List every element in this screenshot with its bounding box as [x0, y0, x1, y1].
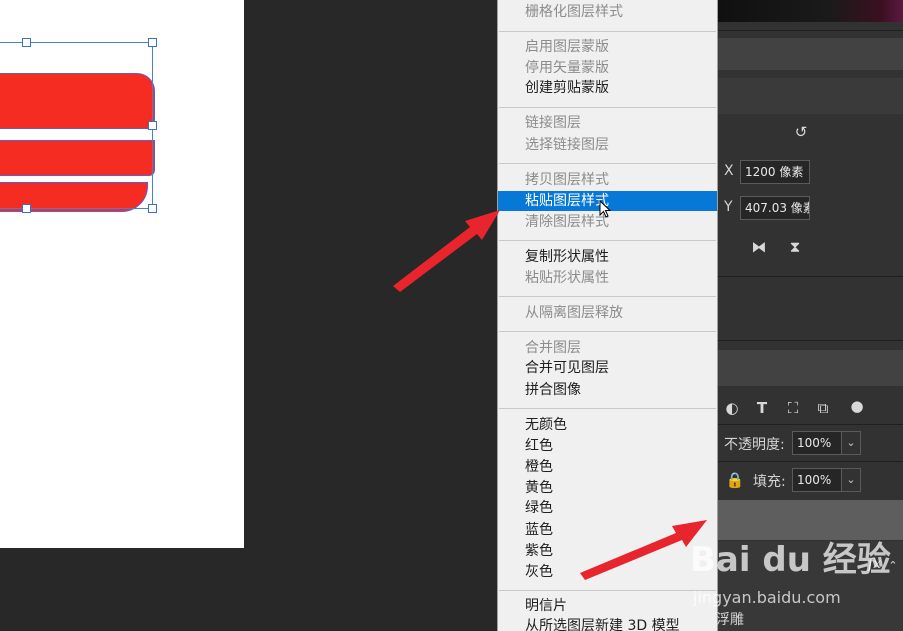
baidu-watermark-url: jingyan.baidu.com [693, 588, 841, 607]
red-arrow-icon [580, 520, 707, 580]
red-arrow-icon [393, 210, 500, 292]
baidu-watermark-logo: Bai du 经验 [690, 540, 891, 580]
